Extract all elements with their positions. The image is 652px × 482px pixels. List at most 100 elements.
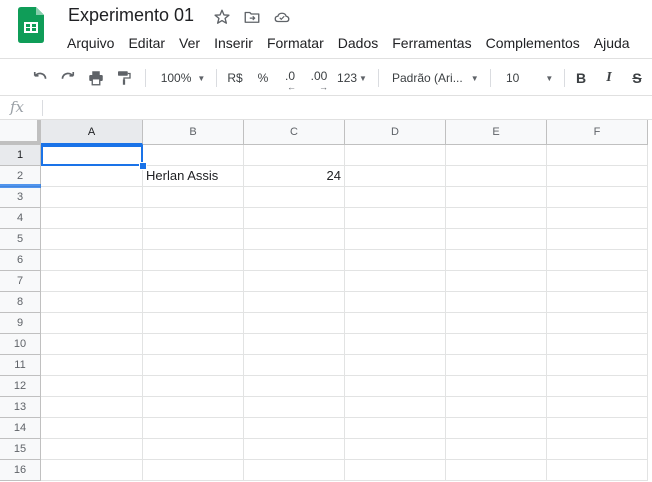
cell-b6[interactable]: [143, 250, 244, 271]
cell-a7[interactable]: [41, 271, 143, 292]
select-all-corner[interactable]: [0, 120, 41, 145]
cell-a4[interactable]: [41, 208, 143, 229]
cell-c16[interactable]: [244, 460, 345, 481]
cell-c15[interactable]: [244, 439, 345, 460]
redo-icon[interactable]: [56, 59, 80, 97]
cell-f15[interactable]: [547, 439, 648, 460]
cell-f8[interactable]: [547, 292, 648, 313]
cell-e12[interactable]: [446, 376, 547, 397]
cell-d13[interactable]: [345, 397, 446, 418]
cell-e16[interactable]: [446, 460, 547, 481]
zoom-select[interactable]: 100% ▼: [154, 59, 212, 97]
cell-f10[interactable]: [547, 334, 648, 355]
menu-ferramentas[interactable]: Ferramentas: [385, 32, 478, 54]
print-icon[interactable]: [84, 59, 108, 97]
cell-c10[interactable]: [244, 334, 345, 355]
percent-format-button[interactable]: %: [252, 59, 274, 97]
cell-c8[interactable]: [244, 292, 345, 313]
cell-a13[interactable]: [41, 397, 143, 418]
cell-a6[interactable]: [41, 250, 143, 271]
cell-c2[interactable]: 24: [244, 166, 345, 187]
cell-e14[interactable]: [446, 418, 547, 439]
cell-c12[interactable]: [244, 376, 345, 397]
cell-c7[interactable]: [244, 271, 345, 292]
cell-d9[interactable]: [345, 313, 446, 334]
cell-f16[interactable]: [547, 460, 648, 481]
cell-c4[interactable]: [244, 208, 345, 229]
cell-c6[interactable]: [244, 250, 345, 271]
menu-formatar[interactable]: Formatar: [260, 32, 331, 54]
cell-c9[interactable]: [244, 313, 345, 334]
cell-c11[interactable]: [244, 355, 345, 376]
row-header-10[interactable]: 10: [0, 334, 41, 355]
cell-e11[interactable]: [446, 355, 547, 376]
row-header-11[interactable]: 11: [0, 355, 41, 376]
cell-b4[interactable]: [143, 208, 244, 229]
cell-a15[interactable]: [41, 439, 143, 460]
undo-icon[interactable]: [28, 59, 52, 97]
cell-d4[interactable]: [345, 208, 446, 229]
cell-e4[interactable]: [446, 208, 547, 229]
cell-c13[interactable]: [244, 397, 345, 418]
cell-f9[interactable]: [547, 313, 648, 334]
cell-d8[interactable]: [345, 292, 446, 313]
cell-d3[interactable]: [345, 187, 446, 208]
menu-dados[interactable]: Dados: [331, 32, 385, 54]
menu-ver[interactable]: Ver: [172, 32, 207, 54]
row-header-14[interactable]: 14: [0, 418, 41, 439]
row-header-4[interactable]: 4: [0, 208, 41, 229]
strikethrough-button[interactable]: S: [626, 59, 648, 97]
column-header-b[interactable]: B: [143, 120, 244, 145]
formula-input[interactable]: [50, 98, 644, 118]
increase-decimals-button[interactable]: .00 →: [306, 59, 332, 97]
cell-f5[interactable]: [547, 229, 648, 250]
cell-e9[interactable]: [446, 313, 547, 334]
cell-a1[interactable]: [41, 145, 143, 166]
column-header-d[interactable]: D: [345, 120, 446, 145]
cell-e15[interactable]: [446, 439, 547, 460]
row-header-13[interactable]: 13: [0, 397, 41, 418]
cell-e8[interactable]: [446, 292, 547, 313]
cell-c3[interactable]: [244, 187, 345, 208]
currency-format-button[interactable]: R$: [222, 59, 248, 97]
row-header-3[interactable]: 3: [0, 187, 41, 208]
cell-f7[interactable]: [547, 271, 648, 292]
cell-f12[interactable]: [547, 376, 648, 397]
row-header-6[interactable]: 6: [0, 250, 41, 271]
cell-b9[interactable]: [143, 313, 244, 334]
cell-d11[interactable]: [345, 355, 446, 376]
row-header-15[interactable]: 15: [0, 439, 41, 460]
cell-d14[interactable]: [345, 418, 446, 439]
bold-button[interactable]: B: [570, 59, 592, 97]
cell-b15[interactable]: [143, 439, 244, 460]
document-title[interactable]: Experimento 01: [68, 5, 194, 26]
cell-a8[interactable]: [41, 292, 143, 313]
cell-c14[interactable]: [244, 418, 345, 439]
move-to-folder-icon[interactable]: [242, 7, 262, 27]
row-header-9[interactable]: 9: [0, 313, 41, 334]
font-family-select[interactable]: Padrão (Ari... ▼: [388, 59, 484, 97]
italic-button[interactable]: I: [598, 59, 620, 97]
menu-arquivo[interactable]: Arquivo: [60, 32, 121, 54]
row-header-16[interactable]: 16: [0, 460, 41, 481]
cell-b8[interactable]: [143, 292, 244, 313]
cell-a3[interactable]: [41, 187, 143, 208]
fill-handle[interactable]: [139, 162, 147, 170]
row-header-7[interactable]: 7: [0, 271, 41, 292]
cell-b5[interactable]: [143, 229, 244, 250]
cell-a11[interactable]: [41, 355, 143, 376]
cell-d6[interactable]: [345, 250, 446, 271]
row-header-1[interactable]: 1: [0, 145, 41, 166]
star-icon[interactable]: [212, 7, 232, 27]
menu-editar[interactable]: Editar: [121, 32, 172, 54]
paint-format-icon[interactable]: [112, 59, 136, 97]
font-size-select[interactable]: 10 ▼: [498, 59, 558, 97]
cell-e2[interactable]: [446, 166, 547, 187]
cell-b2[interactable]: Herlan Assis: [143, 166, 244, 187]
column-header-f[interactable]: F: [547, 120, 648, 145]
cell-f2[interactable]: [547, 166, 648, 187]
cell-a12[interactable]: [41, 376, 143, 397]
row-header-12[interactable]: 12: [0, 376, 41, 397]
cell-f6[interactable]: [547, 250, 648, 271]
cell-a10[interactable]: [41, 334, 143, 355]
